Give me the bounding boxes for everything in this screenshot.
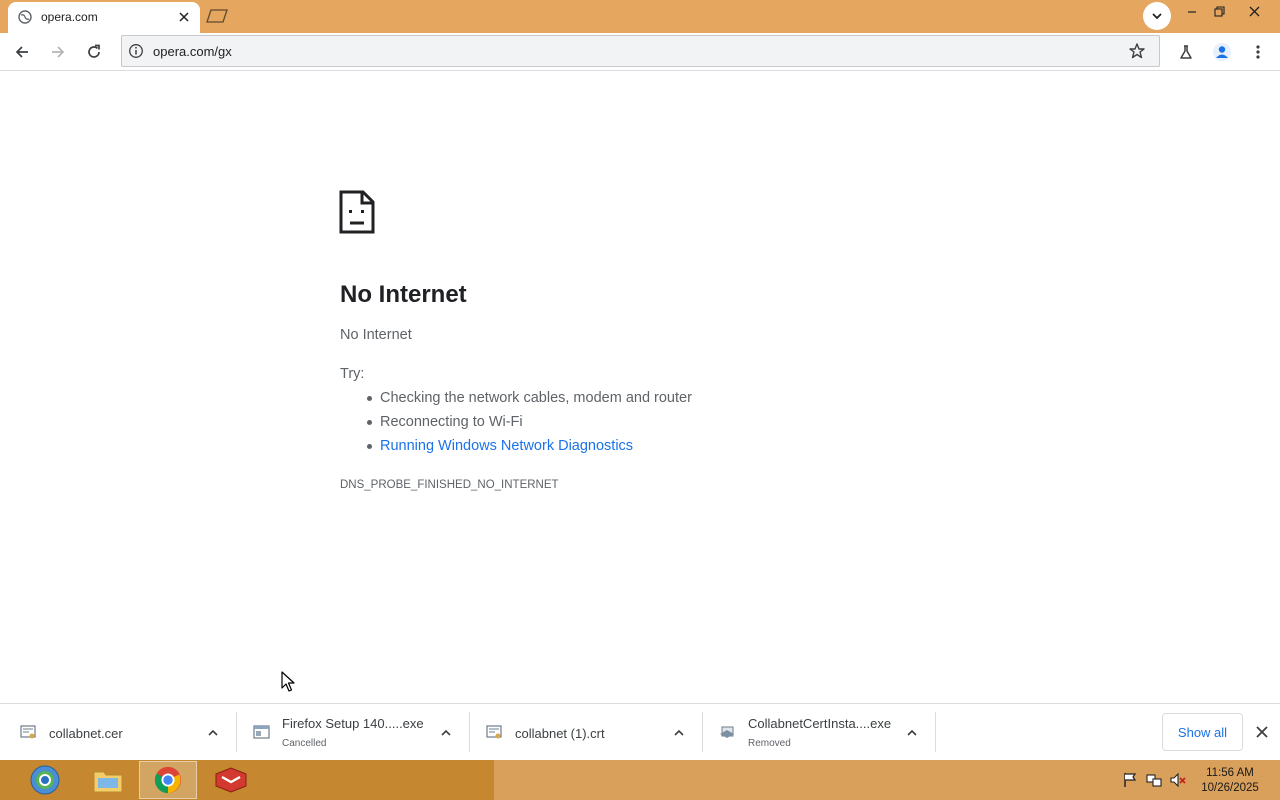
download-status: Cancelled — [282, 738, 327, 749]
network-diagnostics-link[interactable]: Running Windows Network Diagnostics — [367, 438, 692, 462]
mouse-cursor-icon — [281, 671, 295, 692]
download-filename: collabnet.cer — [49, 726, 123, 741]
labs-flask-icon[interactable] — [1172, 38, 1200, 66]
start-button[interactable] — [16, 761, 74, 799]
certificate-file-icon — [20, 725, 36, 739]
new-tab-button[interactable] — [204, 7, 230, 25]
bookmark-star-icon[interactable] — [1128, 42, 1146, 60]
clock-date: 10/26/2025 — [1201, 782, 1259, 794]
system-clock[interactable]: 11:56 AM 10/26/2025 — [1195, 766, 1265, 796]
back-button[interactable] — [8, 38, 36, 66]
clock-time: 11:56 AM — [1206, 767, 1254, 779]
installer-file-icon — [253, 725, 270, 739]
reload-button[interactable] — [80, 38, 108, 66]
file-explorer-icon — [93, 771, 123, 793]
installer-file-icon — [720, 726, 734, 738]
windows-taskbar: 11:56 AM 10/26/2025 — [0, 760, 1280, 800]
download-filename: CollabnetCertInsta....exe — [748, 716, 892, 731]
chrome-icon — [30, 765, 60, 795]
chrome-icon — [154, 766, 182, 794]
download-filename: collabnet (1).crt — [515, 726, 605, 741]
tab-strip: opera.com — [0, 0, 1280, 33]
certificate-file-icon — [486, 725, 502, 739]
chevron-up-icon[interactable] — [439, 726, 453, 740]
site-info-icon[interactable] — [128, 43, 144, 59]
action-center-flag-icon[interactable] — [1122, 772, 1138, 788]
taskbar-browser[interactable] — [139, 761, 197, 799]
tab-title: opera.com — [41, 10, 98, 24]
tab-search-chevron-icon[interactable] — [1143, 2, 1171, 30]
error-code: DNS_PROBE_FINISHED_NO_INTERNET — [340, 479, 559, 491]
browser-tab[interactable]: opera.com — [8, 2, 200, 33]
download-status: Removed — [748, 738, 791, 749]
network-icon[interactable] — [1146, 772, 1162, 788]
try-label: Try: — [340, 366, 365, 382]
download-item[interactable]: collabnet.cer — [0, 704, 236, 761]
suggestions-list: Checking the network cables, modem and r… — [367, 390, 692, 462]
url-text[interactable]: opera.com/gx — [153, 44, 232, 59]
download-item[interactable]: CollabnetCertInsta....exe Removed — [703, 704, 935, 761]
chevron-up-icon[interactable] — [206, 726, 220, 740]
error-subtitle: No Internet — [340, 327, 412, 343]
tab-close-icon[interactable] — [176, 9, 192, 25]
error-title: No Internet — [340, 281, 467, 308]
browser-toolbar: opera.com/gx — [0, 33, 1280, 71]
globe-icon — [18, 10, 32, 24]
chevron-up-icon[interactable] — [905, 726, 919, 740]
suggestion-item: Reconnecting to Wi-Fi — [367, 414, 692, 438]
taskbar-red-app[interactable] — [202, 761, 260, 799]
red-app-icon — [215, 767, 247, 793]
chevron-up-icon[interactable] — [672, 726, 686, 740]
close-shelf-icon[interactable] — [1254, 724, 1270, 740]
volume-muted-icon[interactable] — [1170, 772, 1186, 788]
sad-document-icon — [339, 190, 375, 234]
download-shelf: collabnet.cer Firefox Setup 140.....exe … — [0, 703, 1280, 760]
forward-button[interactable] — [44, 38, 72, 66]
taskbar-file-explorer[interactable] — [79, 761, 137, 799]
close-window-button[interactable] — [1231, 0, 1277, 22]
download-filename: Firefox Setup 140.....exe — [282, 716, 424, 731]
menu-kebab-icon[interactable] — [1244, 38, 1272, 66]
address-bar[interactable]: opera.com/gx — [121, 35, 1160, 67]
download-item[interactable]: collabnet (1).crt — [470, 704, 702, 761]
suggestion-item: Checking the network cables, modem and r… — [367, 390, 692, 414]
download-item[interactable]: Firefox Setup 140.....exe Cancelled — [237, 704, 469, 761]
profile-avatar-icon[interactable] — [1208, 38, 1236, 66]
show-all-button[interactable]: Show all — [1162, 713, 1243, 751]
divider — [935, 712, 936, 752]
